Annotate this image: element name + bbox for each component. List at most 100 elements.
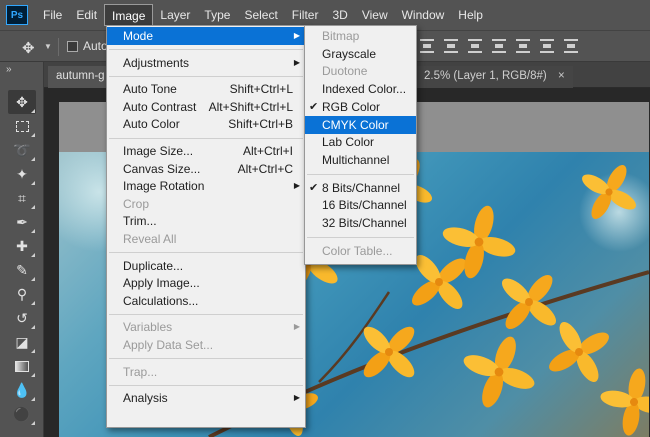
menu-item-crop: Crop: [107, 195, 305, 213]
menu-item-label: Image Size...: [123, 144, 194, 158]
menu-item-trap: Trap...: [107, 363, 305, 381]
menu-item-shortcut: Alt+Shift+Ctrl+L: [208, 99, 293, 114]
menu-filter[interactable]: Filter: [285, 4, 326, 26]
menu-file[interactable]: File: [36, 4, 69, 26]
menu-item-lab-color[interactable]: Lab Color: [305, 133, 416, 151]
history-brush-icon[interactable]: ↺: [8, 306, 36, 330]
menu-item-label: Calculations...: [123, 293, 199, 308]
menu-item-image-size[interactable]: Image Size... Alt+Ctrl+I: [107, 142, 305, 160]
align-hcenter-icon[interactable]: [516, 39, 530, 53]
distribute-icon[interactable]: [564, 39, 578, 53]
menu-view[interactable]: View: [355, 4, 395, 26]
menu-item-label: Bitmap: [322, 29, 360, 43]
align-bottom-icon[interactable]: [468, 39, 482, 53]
menu-item-label: Auto Color: [123, 117, 180, 132]
menu-edit[interactable]: Edit: [69, 4, 104, 26]
menu-image[interactable]: Image: [104, 4, 154, 26]
menu-item-label: Image Rotation: [123, 179, 205, 194]
menu-separator: [109, 252, 303, 254]
menu-item-auto-color[interactable]: Auto Color Shift+Ctrl+B: [107, 115, 305, 133]
brush-tool-icon[interactable]: ✎: [8, 258, 36, 282]
menu-item-8-bits-channel[interactable]: ✔ 8 Bits/Channel: [305, 179, 416, 197]
gradient-tool-icon[interactable]: [8, 354, 36, 378]
menu-item-color-table: Color Table...: [305, 242, 416, 260]
magic-wand-icon[interactable]: ✦: [8, 162, 36, 186]
align-top-icon[interactable]: [420, 39, 434, 53]
menu-window[interactable]: Window: [395, 4, 452, 26]
menu-item-16-bits-channel[interactable]: 16 Bits/Channel: [305, 196, 416, 214]
menu-item-label: Apply Image...: [123, 276, 200, 291]
tools-panel: » ✥ ➰ ✦ ⌗ ✒ ✚ ✎ ⚲ ↺ ◪ 💧 ⚫: [0, 62, 44, 437]
crop-tool-icon[interactable]: ⌗: [8, 186, 36, 210]
menu-item-indexed-color[interactable]: Indexed Color...: [305, 80, 416, 98]
chevron-down-icon[interactable]: ▼: [44, 42, 52, 51]
options-separator: [58, 38, 59, 56]
menu-separator: [307, 236, 414, 238]
lasso-tool-icon[interactable]: ➰: [8, 138, 36, 162]
menu-item-trim[interactable]: Trim...: [107, 212, 305, 230]
close-icon[interactable]: ×: [558, 70, 565, 82]
checkmark-icon: ✔: [309, 100, 319, 113]
menu-item-label: Mode: [123, 29, 154, 43]
menu-item-analysis[interactable]: Analysis ▶: [107, 389, 305, 407]
menu-item-label: Duplicate...: [123, 258, 184, 273]
eraser-icon[interactable]: ◪: [8, 330, 36, 354]
align-vcenter-icon[interactable]: [444, 39, 458, 53]
menu-separator: [109, 49, 303, 51]
submenu-arrow-icon: ▶: [293, 181, 300, 191]
menu-item-calculations[interactable]: Calculations...: [107, 292, 305, 310]
menu-item-bitmap: Bitmap: [305, 27, 416, 45]
menu-item-auto-tone[interactable]: Auto Tone Shift+Ctrl+L: [107, 80, 305, 98]
menu-item-apply-data-set: Apply Data Set...: [107, 336, 305, 354]
checkmark-icon: ✔: [309, 181, 319, 194]
menu-item-32-bits-channel[interactable]: 32 Bits/Channel: [305, 214, 416, 232]
menu-type[interactable]: Type: [197, 4, 237, 26]
menu-item-label: Auto Tone: [123, 82, 177, 97]
menu-item-label: Crop: [123, 196, 150, 211]
menu-item-label: Canvas Size...: [123, 161, 201, 176]
align-right-icon[interactable]: [540, 39, 554, 53]
mode-submenu: Bitmap Grayscale Duotone Indexed Color... ✔ R…: [304, 25, 417, 265]
menu-item-label: Lab Color: [322, 135, 375, 150]
menu-item-duplicate[interactable]: Duplicate...: [107, 257, 305, 275]
menu-item-adjustments[interactable]: Adjustments ▶: [107, 54, 305, 72]
auto-select-checkbox[interactable]: [67, 41, 78, 52]
healing-brush-icon[interactable]: ✚: [8, 234, 36, 258]
tab-layer1[interactable]: 2.5% (Layer 1, RGB/8#) ×: [416, 66, 573, 88]
collapse-panel-icon[interactable]: »: [6, 64, 12, 75]
dodge-tool-icon[interactable]: ⚫: [8, 402, 36, 426]
submenu-arrow-icon: ▶: [293, 57, 300, 67]
tab-autumn[interactable]: autumn-g: [48, 66, 113, 88]
menu-item-label: Trap...: [123, 364, 158, 379]
menu-item-image-rotation[interactable]: Image Rotation ▶: [107, 177, 305, 195]
align-left-icon[interactable]: [492, 39, 506, 53]
menu-help[interactable]: Help: [451, 4, 490, 26]
menu-item-label: Multichannel: [322, 152, 390, 167]
submenu-arrow-icon: ▶: [293, 322, 300, 332]
menu-item-rgb-color[interactable]: ✔ RGB Color: [305, 98, 416, 116]
menu-select[interactable]: Select: [237, 4, 284, 26]
image-menu-dropdown: Mode ▶ Adjustments ▶ Auto Tone Shift+Ctrl+L Au…: [106, 25, 306, 428]
menu-item-cmyk-color[interactable]: CMYK Color: [305, 115, 416, 134]
menu-layer[interactable]: Layer: [153, 4, 197, 26]
clone-stamp-icon[interactable]: ⚲: [8, 282, 36, 306]
menu-item-auto-contrast[interactable]: Auto Contrast Alt+Shift+Ctrl+L: [107, 98, 305, 116]
menu-separator: [109, 313, 303, 315]
menu-item-multichannel[interactable]: Multichannel: [305, 151, 416, 169]
marquee-tool-icon[interactable]: [8, 114, 36, 138]
menu-3d[interactable]: 3D: [325, 4, 354, 26]
auto-select-label: Auto: [83, 39, 108, 53]
menu-item-grayscale[interactable]: Grayscale: [305, 45, 416, 63]
menu-item-mode[interactable]: Mode ▶: [107, 27, 305, 45]
menu-item-apply-image[interactable]: Apply Image...: [107, 274, 305, 292]
move-tool-preset-icon[interactable]: ✥: [22, 39, 35, 57]
menu-item-shortcut: Shift+Ctrl+L: [229, 82, 293, 97]
move-tool-icon[interactable]: ✥: [8, 90, 36, 114]
menu-item-label: Grayscale: [322, 46, 377, 61]
menu-item-canvas-size[interactable]: Canvas Size... Alt+Ctrl+C: [107, 160, 305, 178]
menu-item-shortcut: Shift+Ctrl+B: [228, 117, 293, 132]
menu-item-label: Apply Data Set...: [123, 338, 214, 352]
eyedropper-icon[interactable]: ✒: [8, 210, 36, 234]
blur-tool-icon[interactable]: 💧: [8, 378, 36, 402]
menu-item-label: Trim...: [123, 214, 157, 229]
